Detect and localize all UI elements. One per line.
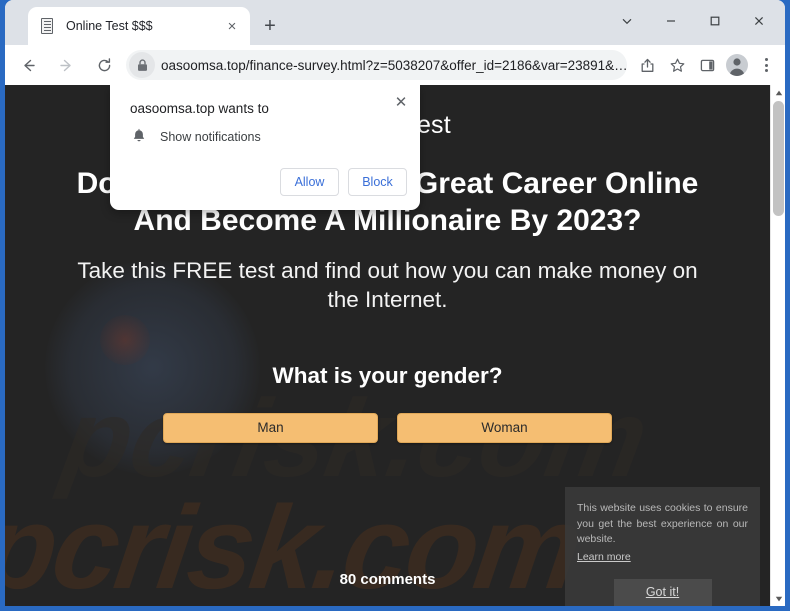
back-arrow-icon[interactable] — [13, 50, 43, 80]
forward-arrow-icon — [51, 50, 81, 80]
answer-button-man[interactable]: Man — [163, 412, 378, 443]
allow-button[interactable]: Allow — [280, 168, 339, 196]
permission-dialog-title: oasoomsa.top wants to — [130, 101, 269, 116]
star-icon[interactable] — [663, 51, 691, 79]
page-scrollbar[interactable] — [770, 85, 785, 606]
document-icon — [39, 18, 55, 34]
share-icon[interactable] — [633, 51, 661, 79]
chevron-down-icon[interactable] — [605, 4, 649, 38]
url-text: oasoomsa.top/finance-survey.html?z=50382… — [161, 57, 627, 73]
side-panel-icon[interactable] — [693, 51, 721, 79]
browser-toolbar: oasoomsa.top/finance-survey.html?z=50382… — [5, 45, 785, 85]
lock-icon[interactable] — [129, 52, 155, 78]
notification-permission-dialog: ✕ oasoomsa.top wants to Show notificatio… — [110, 85, 420, 210]
close-icon[interactable]: × — [221, 15, 243, 37]
browser-chrome: Online Test $$$ × + oasoomsa.top/finance… — [5, 0, 785, 606]
reload-icon[interactable] — [89, 50, 119, 80]
page-viewport: pcrisk.com pcrisk.com Online Test Do You… — [5, 85, 785, 606]
browser-tab[interactable]: Online Test $$$ × — [28, 7, 250, 45]
subheadline: Take this FREE test and find out how you… — [77, 258, 698, 313]
close-icon[interactable] — [737, 4, 781, 38]
answer-button-woman[interactable]: Woman — [397, 412, 612, 443]
profile-avatar-icon[interactable] — [723, 51, 751, 79]
close-icon[interactable]: ✕ — [391, 92, 411, 112]
permission-request-row: Show notifications — [130, 128, 261, 146]
window-controls — [605, 4, 781, 38]
bell-icon — [130, 128, 148, 146]
new-tab-button[interactable]: + — [257, 13, 283, 39]
scrollbar-thumb[interactable] — [773, 101, 784, 216]
minimize-icon[interactable] — [649, 4, 693, 38]
tab-title: Online Test $$$ — [66, 19, 153, 33]
permission-dialog-buttons: Allow Block — [280, 168, 407, 196]
cookie-accept-button[interactable]: Got it! — [613, 579, 712, 606]
scroll-down-arrow-icon[interactable] — [771, 591, 785, 606]
block-button[interactable]: Block — [348, 168, 407, 196]
tab-strip: Online Test $$$ × + — [5, 0, 785, 45]
permission-request-label: Show notifications — [160, 130, 261, 144]
cookie-consent-banner: This website uses cookies to ensure you … — [565, 487, 760, 606]
maximize-icon[interactable] — [693, 4, 737, 38]
scroll-up-arrow-icon[interactable] — [771, 85, 785, 100]
survey-question: What is your gender? — [272, 362, 503, 388]
cookie-banner-text: This website uses cookies to ensure you … — [577, 502, 748, 545]
browser-window: Online Test $$$ × + oasoomsa.top/finance… — [0, 0, 790, 611]
three-dot-menu-icon[interactable] — [753, 51, 779, 79]
address-bar[interactable]: oasoomsa.top/finance-survey.html?z=50382… — [126, 50, 627, 80]
survey-answers: Man Woman — [5, 412, 770, 443]
cookie-learn-more-link[interactable]: Learn more — [577, 551, 631, 563]
